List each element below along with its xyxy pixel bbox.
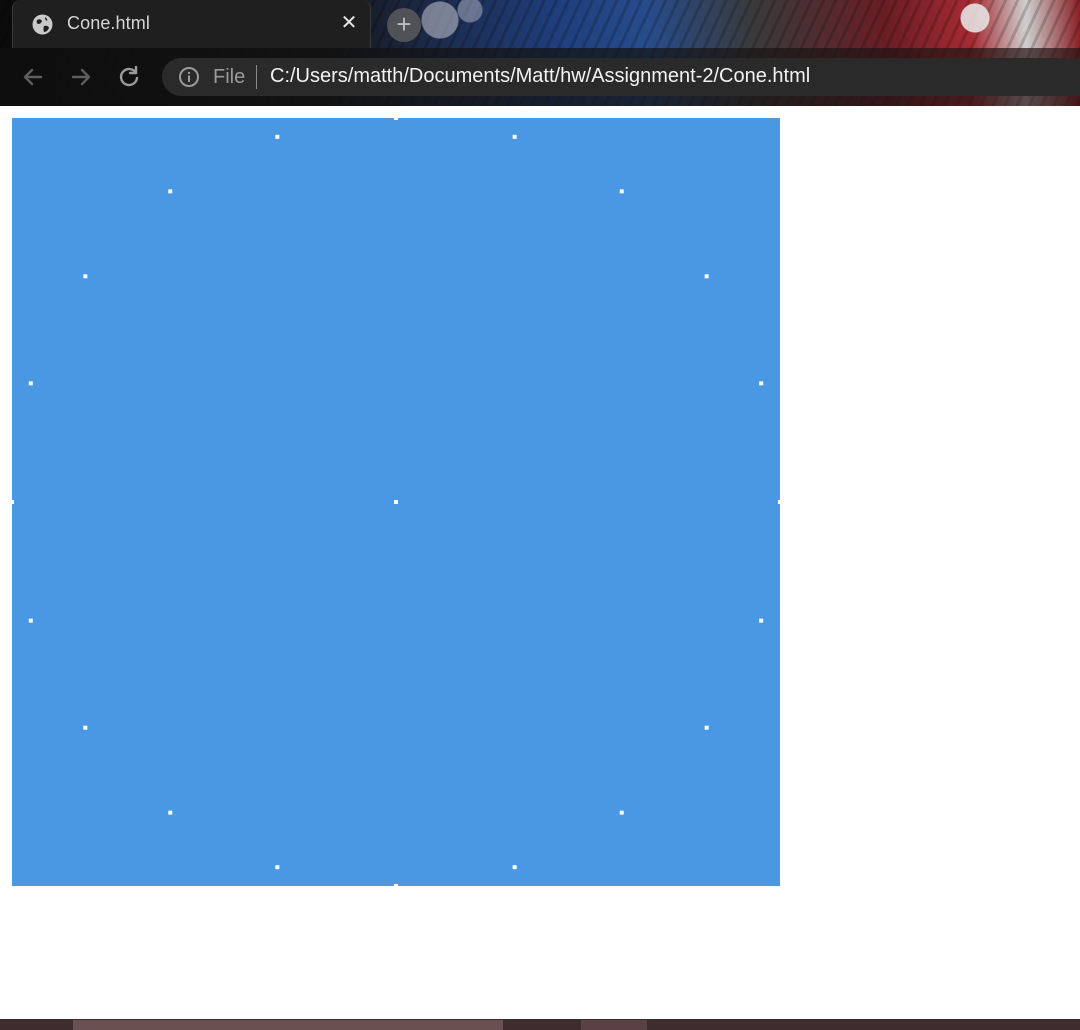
address-bar[interactable]: File C:/Users/matth/Documents/Matt/hw/As… — [162, 58, 1080, 96]
vertex-point — [28, 381, 33, 386]
vertex-point — [275, 865, 280, 870]
vertex-point — [83, 274, 88, 279]
vertex-point — [168, 189, 173, 194]
vertex-point — [394, 116, 398, 120]
globe-icon — [32, 14, 53, 35]
new-tab-button[interactable]: + — [387, 8, 421, 42]
vertex-point — [512, 865, 517, 870]
browser-chrome: Cone.html ✕ + File C:/Users/matth/Docume… — [0, 0, 1080, 106]
tab-cone[interactable]: Cone.html ✕ — [12, 0, 371, 48]
vertex-point — [394, 500, 398, 504]
scheme-divider — [256, 65, 257, 89]
reload-icon[interactable] — [115, 63, 143, 91]
os-taskbar — [0, 1019, 1080, 1030]
webgl-canvas[interactable] — [10, 116, 782, 888]
vertex-point — [704, 725, 709, 730]
taskbar-item[interactable] — [73, 1020, 503, 1030]
close-tab-icon[interactable]: ✕ — [338, 12, 360, 34]
vertex-point — [759, 381, 764, 386]
tab-title: Cone.html — [67, 13, 150, 33]
vertex-point — [275, 134, 280, 139]
canvas-drawing — [10, 116, 782, 888]
vertex-point — [512, 134, 517, 139]
url-text[interactable]: C:/Users/matth/Documents/Matt/hw/Assignm… — [270, 65, 810, 88]
vertex-point — [778, 500, 782, 504]
vertex-point — [619, 189, 624, 194]
vertex-point — [10, 500, 14, 504]
vertex-point — [28, 618, 33, 623]
info-icon[interactable] — [178, 66, 200, 88]
back-arrow-icon[interactable] — [19, 63, 47, 91]
scheme-label: File — [213, 66, 246, 88]
taskbar-item[interactable] — [581, 1020, 647, 1030]
vertex-point — [168, 810, 173, 815]
forward-arrow-icon[interactable] — [67, 63, 95, 91]
vertex-point — [83, 725, 88, 730]
vertex-point — [394, 884, 398, 888]
vertex-point — [704, 274, 709, 279]
vertex-point — [619, 810, 624, 815]
vertex-point — [759, 618, 764, 623]
toolbar: File C:/Users/matth/Documents/Matt/hw/As… — [0, 48, 1080, 106]
